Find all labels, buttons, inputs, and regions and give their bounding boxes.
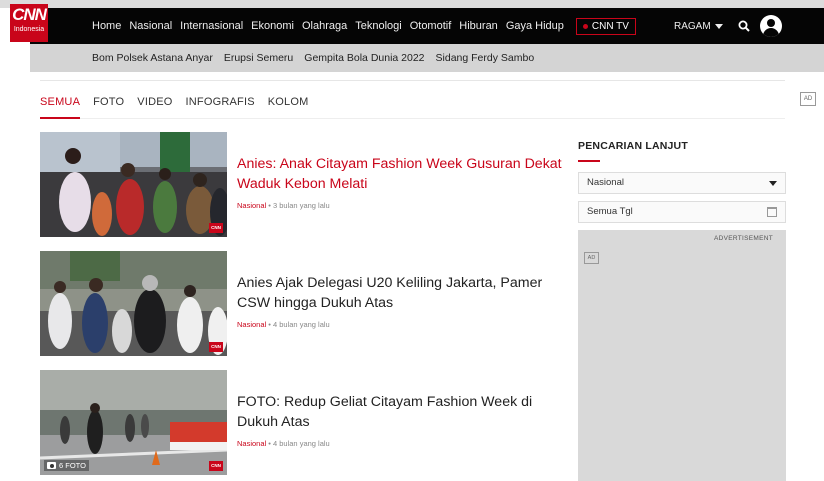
chevron-down-icon: [769, 181, 777, 186]
logo-brand: CNN: [12, 5, 47, 24]
cnn-badge: CNN: [209, 342, 223, 352]
article-meta: Nasional • 3 bulan yang lalu: [237, 201, 330, 210]
category-select-value: Nasional: [587, 177, 624, 188]
cnn-tv-button[interactable]: CNN TV: [575, 17, 636, 35]
topic-link[interactable]: Gempita Bola Dunia 2022: [304, 52, 424, 64]
topic-link[interactable]: Erupsi Semeru: [224, 52, 293, 64]
sidebar-title: PENCARIAN LANJUT: [578, 140, 688, 152]
tab-infografis[interactable]: INFOGRAFIS: [186, 96, 255, 108]
tab-kolom[interactable]: KOLOM: [268, 96, 309, 108]
nav-item-gaya-hidup[interactable]: Gaya Hidup: [506, 20, 564, 32]
article-meta: Nasional • 4 bulan yang lalu: [237, 320, 330, 329]
trending-topics-bar: Bom Polsek Astana Anyar Erupsi Semeru Ge…: [30, 44, 824, 72]
nav-item-ekonomi[interactable]: Ekonomi: [251, 20, 294, 32]
user-avatar-icon[interactable]: [760, 15, 782, 37]
article-item[interactable]: CNN Anies Ajak Delegasi U20 Keliling Jak…: [40, 251, 560, 356]
nav-item-olahraga[interactable]: Olahraga: [302, 20, 347, 32]
top-strip: [0, 0, 824, 8]
main-navbar: Home Nasional Internasional Ekonomi Olah…: [30, 8, 824, 44]
article-title[interactable]: Anies Ajak Delegasi U20 Keliling Jakarta…: [237, 273, 562, 313]
ad-choices-icon[interactable]: AD: [584, 252, 599, 264]
date-field-value: Semua Tgl: [587, 206, 633, 217]
nav-item-hiburan[interactable]: Hiburan: [459, 20, 498, 32]
article-category[interactable]: Nasional: [237, 201, 266, 210]
active-tab-indicator: [40, 117, 80, 119]
article-meta: Nasional • 4 bulan yang lalu: [237, 439, 330, 448]
ad-choices-icon[interactable]: AD: [800, 92, 816, 106]
camera-icon: [47, 462, 56, 469]
article-thumbnail[interactable]: 6 FOTO CNN: [40, 370, 227, 475]
nav-menu: Home Nasional Internasional Ekonomi Olah…: [92, 8, 636, 44]
topic-link[interactable]: Sidang Ferdy Sambo: [436, 52, 535, 64]
divider: [40, 80, 785, 81]
tab-semua[interactable]: SEMUA: [40, 96, 80, 108]
photo-count: 6 FOTO: [59, 461, 86, 470]
article-thumbnail[interactable]: CNN: [40, 251, 227, 356]
search-icon[interactable]: [738, 20, 750, 32]
article-thumbnail[interactable]: CNN: [40, 132, 227, 237]
cnn-indonesia-logo[interactable]: CNN Indonesia: [10, 4, 48, 42]
ragam-label: RAGAM: [674, 20, 711, 32]
advertisement-box[interactable]: ADVERTISEMENT AD: [578, 230, 786, 481]
advertisement-label: ADVERTISEMENT: [713, 235, 773, 242]
nav-item-nasional[interactable]: Nasional: [129, 20, 172, 32]
calendar-icon[interactable]: [767, 207, 777, 217]
article-title[interactable]: Anies: Anak Citayam Fashion Week Gusuran…: [237, 154, 562, 194]
article-category[interactable]: Nasional: [237, 320, 266, 329]
category-select[interactable]: Nasional: [578, 172, 786, 194]
nav-item-teknologi[interactable]: Teknologi: [355, 20, 401, 32]
date-field[interactable]: Semua Tgl: [578, 201, 786, 223]
advanced-search-sidebar: PENCARIAN LANJUT Nasional Semua Tgl ADVE…: [578, 140, 786, 481]
topic-link[interactable]: Bom Polsek Astana Anyar: [92, 52, 213, 64]
article-category[interactable]: Nasional: [237, 439, 266, 448]
tabs-divider: [40, 118, 785, 119]
article-item[interactable]: CNN Anies: Anak Citayam Fashion Week Gus…: [40, 132, 562, 237]
nav-item-home[interactable]: Home: [92, 20, 121, 32]
chevron-down-icon: [714, 23, 723, 29]
ragam-dropdown[interactable]: RAGAM: [674, 8, 723, 44]
cnn-badge: CNN: [209, 461, 223, 471]
sidebar-title-underline: [578, 160, 600, 162]
article-time: 4 bulan yang lalu: [273, 320, 330, 329]
tab-video[interactable]: VIDEO: [137, 96, 172, 108]
tab-foto[interactable]: FOTO: [93, 96, 124, 108]
content-tabs: SEMUA FOTO VIDEO INFOGRAFIS KOLOM: [40, 96, 321, 108]
article-item[interactable]: 6 FOTO CNN FOTO: Redup Geliat Citayam Fa…: [40, 370, 560, 475]
nav-item-internasional[interactable]: Internasional: [180, 20, 243, 32]
cnn-tv-label: CNN TV: [591, 20, 629, 32]
article-time: 3 bulan yang lalu: [273, 201, 330, 210]
article-title[interactable]: FOTO: Redup Geliat Citayam Fashion Week …: [237, 392, 562, 432]
photo-count-badge: 6 FOTO: [44, 460, 89, 471]
article-time: 4 bulan yang lalu: [273, 439, 330, 448]
nav-item-otomotif[interactable]: Otomotif: [410, 20, 452, 32]
logo-sub: Indonesia: [13, 26, 45, 33]
live-dot-icon: [582, 23, 588, 29]
cnn-badge: CNN: [209, 223, 223, 233]
